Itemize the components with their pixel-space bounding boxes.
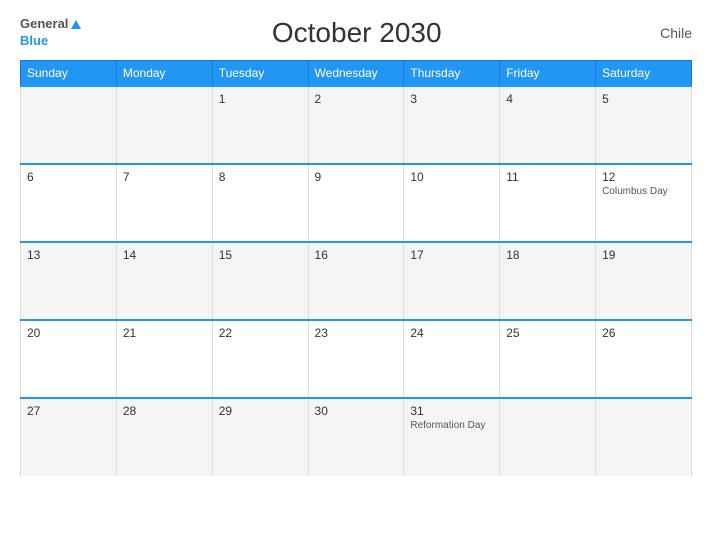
- calendar-cell: 21: [116, 320, 212, 398]
- header-thursday: Thursday: [404, 60, 500, 86]
- day-number: 29: [219, 404, 302, 418]
- day-number: 22: [219, 326, 302, 340]
- calendar-cell: 30: [308, 398, 404, 476]
- holiday-label: Reformation Day: [410, 420, 493, 431]
- day-number: 20: [27, 326, 110, 340]
- day-number: 28: [123, 404, 206, 418]
- calendar-cell: 4: [500, 86, 596, 164]
- calendar-cell: 2: [308, 86, 404, 164]
- day-number: 5: [602, 92, 685, 106]
- logo: General Blue: [20, 16, 81, 50]
- calendar-cell: [21, 86, 117, 164]
- day-number: 11: [506, 170, 589, 184]
- calendar-cell: 25: [500, 320, 596, 398]
- calendar-week-row: 27 28 29 30 31 Reformation Day: [21, 398, 692, 476]
- day-number: 30: [315, 404, 398, 418]
- calendar-cell: 26: [596, 320, 692, 398]
- calendar-cell: 24: [404, 320, 500, 398]
- calendar-table: Sunday Monday Tuesday Wednesday Thursday…: [20, 60, 692, 476]
- day-number: 19: [602, 248, 685, 262]
- header-monday: Monday: [116, 60, 212, 86]
- calendar-week-row: 12345: [21, 86, 692, 164]
- day-number: 9: [315, 170, 398, 184]
- calendar-cell: [500, 398, 596, 476]
- calendar-cell: 16: [308, 242, 404, 320]
- calendar-cell: 3: [404, 86, 500, 164]
- calendar-cell: 13: [21, 242, 117, 320]
- calendar-cell: 20: [21, 320, 117, 398]
- day-number: 17: [410, 248, 493, 262]
- day-number: 18: [506, 248, 589, 262]
- day-number: 2: [315, 92, 398, 106]
- calendar-cell: 8: [212, 164, 308, 242]
- day-number: 14: [123, 248, 206, 262]
- calendar-page: General Blue October 2030 Chile Sunday M…: [0, 0, 712, 550]
- calendar-cell: 12 Columbus Day: [596, 164, 692, 242]
- day-number: 13: [27, 248, 110, 262]
- calendar-cell: 1: [212, 86, 308, 164]
- calendar-cell: 18: [500, 242, 596, 320]
- weekday-header-row: Sunday Monday Tuesday Wednesday Thursday…: [21, 60, 692, 86]
- calendar-cell: 23: [308, 320, 404, 398]
- calendar-cell: 5: [596, 86, 692, 164]
- calendar-cell: 27: [21, 398, 117, 476]
- calendar-cell: 15: [212, 242, 308, 320]
- calendar-cell: 7: [116, 164, 212, 242]
- calendar-cell: 22: [212, 320, 308, 398]
- calendar-cell: 31 Reformation Day: [404, 398, 500, 476]
- calendar-week-row: 13 14 15 16 17 18 19: [21, 242, 692, 320]
- holiday-label: Columbus Day: [602, 186, 685, 197]
- day-number: 7: [123, 170, 206, 184]
- calendar-cell: [596, 398, 692, 476]
- calendar-cell: 11: [500, 164, 596, 242]
- day-number: 21: [123, 326, 206, 340]
- header-wednesday: Wednesday: [308, 60, 404, 86]
- day-number: 6: [27, 170, 110, 184]
- header-tuesday: Tuesday: [212, 60, 308, 86]
- calendar-cell: 28: [116, 398, 212, 476]
- calendar-cell: 29: [212, 398, 308, 476]
- calendar-cell: 17: [404, 242, 500, 320]
- day-number: 16: [315, 248, 398, 262]
- day-number: 3: [410, 92, 493, 106]
- country-label: Chile: [632, 25, 692, 41]
- calendar-week-row: 20 21 22 23 24 25 26: [21, 320, 692, 398]
- day-number: 10: [410, 170, 493, 184]
- day-number: 12: [602, 170, 685, 184]
- day-number: 23: [315, 326, 398, 340]
- page-header: General Blue October 2030 Chile: [20, 16, 692, 50]
- calendar-week-row: 6789 10 11 12 Columbus Day: [21, 164, 692, 242]
- calendar-cell: 10: [404, 164, 500, 242]
- page-title: October 2030: [81, 17, 632, 49]
- calendar-cell: [116, 86, 212, 164]
- day-number: 26: [602, 326, 685, 340]
- calendar-cell: 14: [116, 242, 212, 320]
- calendar-cell: 9: [308, 164, 404, 242]
- day-number: 4: [506, 92, 589, 106]
- day-number: 25: [506, 326, 589, 340]
- calendar-cell: 6: [21, 164, 117, 242]
- day-number: 31: [410, 404, 493, 418]
- day-number: 15: [219, 248, 302, 262]
- header-saturday: Saturday: [596, 60, 692, 86]
- day-number: 24: [410, 326, 493, 340]
- day-number: 27: [27, 404, 110, 418]
- day-number: 1: [219, 92, 302, 106]
- header-friday: Friday: [500, 60, 596, 86]
- day-number: 8: [219, 170, 302, 184]
- header-sunday: Sunday: [21, 60, 117, 86]
- calendar-cell: 19: [596, 242, 692, 320]
